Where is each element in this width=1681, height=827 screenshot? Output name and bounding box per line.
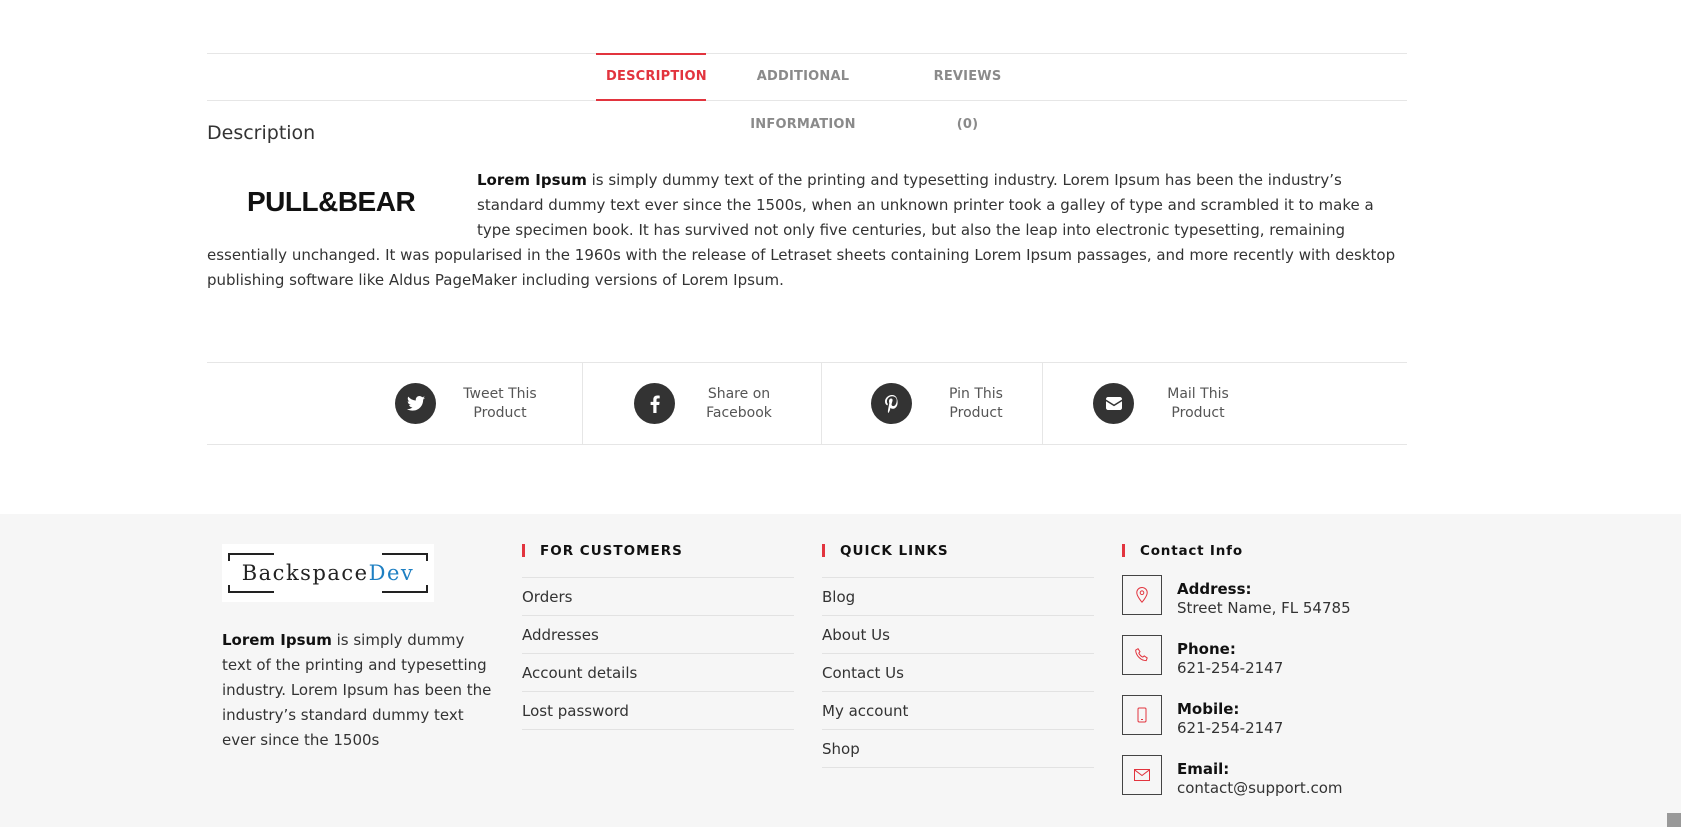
footer-contact-title: Contact Info	[1122, 543, 1394, 559]
footer-link-my-account[interactable]: My account	[822, 692, 1094, 730]
footer-link-about-us[interactable]: About Us	[822, 616, 1094, 654]
share-bar: Tweet This Product Share on Facebook Pin T…	[207, 362, 1407, 445]
footer-link-orders[interactable]: Orders	[522, 578, 794, 616]
footer-about-lead: Lorem Ipsum	[222, 631, 332, 649]
footer-logo-accent: Dev	[368, 561, 415, 585]
contact-address: Address: Street Name, FL 54785	[1122, 575, 1394, 635]
tab-additional-information[interactable]: ADDITIONAL INFORMATION	[711, 53, 895, 132]
footer-link-shop[interactable]: Shop	[822, 730, 1094, 768]
footer-link-account-details[interactable]: Account details	[522, 654, 794, 692]
share-facebook[interactable]: Share on Facebook	[634, 363, 779, 444]
share-mail[interactable]: Mail This Product	[1093, 363, 1238, 444]
mail-icon	[1093, 383, 1134, 424]
footer-contact: Contact Info Address: Street Name, FL 547…	[1122, 543, 1394, 815]
share-twitter-label: Tweet This Product	[463, 385, 537, 421]
contact-email: Email: contact@support.com	[1122, 755, 1394, 815]
pinterest-icon	[871, 383, 912, 424]
facebook-icon	[634, 383, 675, 424]
contact-phone: Phone: 621-254-2147	[1122, 635, 1394, 695]
share-pinterest[interactable]: Pin This Product	[871, 363, 1016, 444]
share-mail-label: Mail This Product	[1167, 385, 1229, 421]
contact-email-link[interactable]: contact@support.com	[1177, 779, 1343, 798]
footer-link-blog[interactable]: Blog	[822, 578, 1094, 616]
product-tabs: DESCRIPTION ADDITIONAL INFORMATION REVIE…	[207, 53, 1407, 132]
footer-link-addresses[interactable]: Addresses	[522, 616, 794, 654]
description-lead: Lorem Ipsum	[477, 171, 587, 189]
brand-logo: PULL&BEAR	[247, 186, 416, 217]
footer-quick-links: QUICK LINKS Blog About Us Contact Us My …	[822, 543, 1094, 768]
location-pin-icon	[1122, 575, 1162, 615]
footer-link-contact-us[interactable]: Contact Us	[822, 654, 1094, 692]
scroll-to-top-button[interactable]	[1667, 813, 1681, 827]
mobile-icon	[1122, 695, 1162, 735]
footer-quick-links-title: QUICK LINKS	[822, 543, 1094, 559]
footer-link-lost-password[interactable]: Lost password	[522, 692, 794, 730]
envelope-icon	[1122, 755, 1162, 795]
footer-customers: FOR CUSTOMERS Orders Addresses Account d…	[522, 543, 794, 730]
share-facebook-label: Share on Facebook	[706, 385, 772, 421]
contact-mobile: Mobile: 621-254-2147	[1122, 695, 1394, 755]
tab-reviews[interactable]: REVIEWS (0)	[919, 53, 1016, 132]
footer-about: Lorem Ipsum is simply dummy text of the …	[222, 628, 497, 753]
footer-logo[interactable]: BackspaceDev	[222, 544, 434, 602]
twitter-icon	[395, 383, 436, 424]
share-pinterest-label: Pin This Product	[949, 385, 1003, 421]
description-heading: Description	[207, 122, 316, 144]
phone-icon	[1122, 635, 1162, 675]
footer-logo-text: Backspace	[241, 561, 369, 585]
tab-description[interactable]: DESCRIPTION	[596, 53, 707, 101]
footer-customers-title: FOR CUSTOMERS	[522, 543, 794, 559]
share-twitter[interactable]: Tweet This Product	[395, 363, 540, 444]
